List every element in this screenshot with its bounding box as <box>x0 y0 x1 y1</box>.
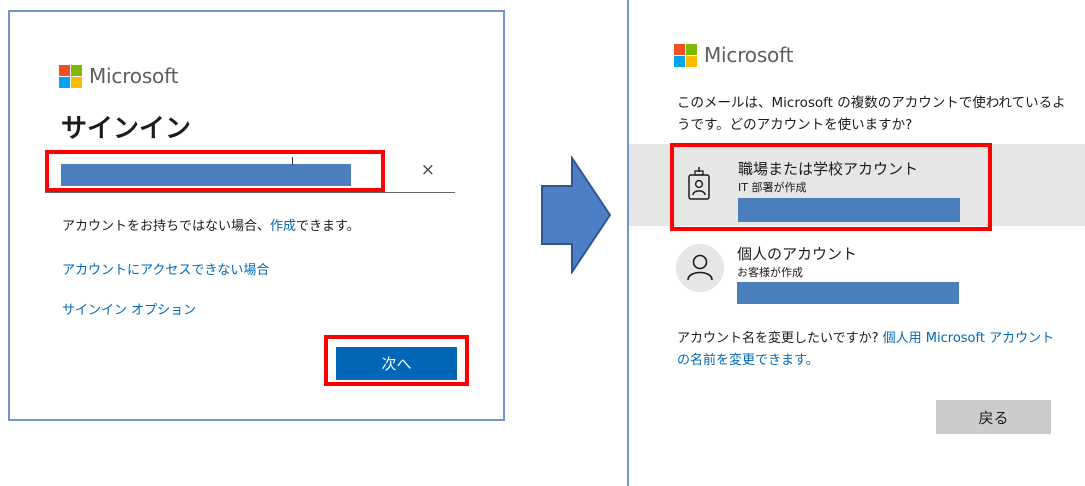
personal-account-email-redacted <box>737 282 959 304</box>
person-icon-avatar[interactable] <box>676 244 724 292</box>
microsoft-wordmark: Microsoft <box>89 64 179 88</box>
rename-account-text: アカウント名を変更したいですか? 個人用 Microsoft アカウントの名前を… <box>677 328 1057 372</box>
next-button[interactable]: 次へ <box>336 347 457 380</box>
microsoft-squares-icon <box>59 64 82 88</box>
cant-access-account-link[interactable]: アカウントにアクセスできない場合 <box>62 259 269 278</box>
signin-dialog: Microsoft サインイン × アカウントをお持ちではない場合、作成できます… <box>8 10 505 421</box>
text-caret <box>292 157 293 165</box>
create-account-link[interactable]: 作成 <box>270 219 296 234</box>
multiple-accounts-message: このメールは、Microsoft の複数のアカウントで使われているようです。どの… <box>677 95 1066 133</box>
microsoft-logo: Microsoft <box>674 43 793 67</box>
right-arrow-icon <box>541 156 612 274</box>
clear-icon[interactable]: × <box>421 160 435 180</box>
signin-options-link[interactable]: サインイン オプション <box>62 299 196 318</box>
email-field[interactable] <box>61 164 351 186</box>
email-highlight-box <box>45 150 385 192</box>
work-account-highlight-box <box>670 143 992 231</box>
microsoft-logo: Microsoft <box>59 64 178 88</box>
microsoft-wordmark: Microsoft <box>704 43 794 67</box>
page-title: サインイン <box>61 114 192 144</box>
personal-account-subtitle: お客様が作成 <box>737 266 803 279</box>
rename-prefix: アカウント名を変更したいですか? <box>677 331 883 346</box>
no-account-prefix: アカウントをお持ちではない場合、 <box>62 219 271 234</box>
person-icon <box>687 254 713 281</box>
personal-account-title[interactable]: 個人のアカウント <box>737 243 857 264</box>
no-account-text: アカウントをお持ちではない場合、作成できます。 <box>62 215 360 234</box>
next-highlight-box: 次へ <box>324 335 469 386</box>
back-button[interactable]: 戻る <box>936 400 1051 434</box>
microsoft-squares-icon <box>674 43 697 67</box>
no-account-suffix: できます。 <box>296 219 360 234</box>
email-field-row: × <box>45 150 455 193</box>
pick-account-dialog: Microsoft このメールは、Microsoft の複数のアカウントで使われ… <box>627 0 1085 486</box>
